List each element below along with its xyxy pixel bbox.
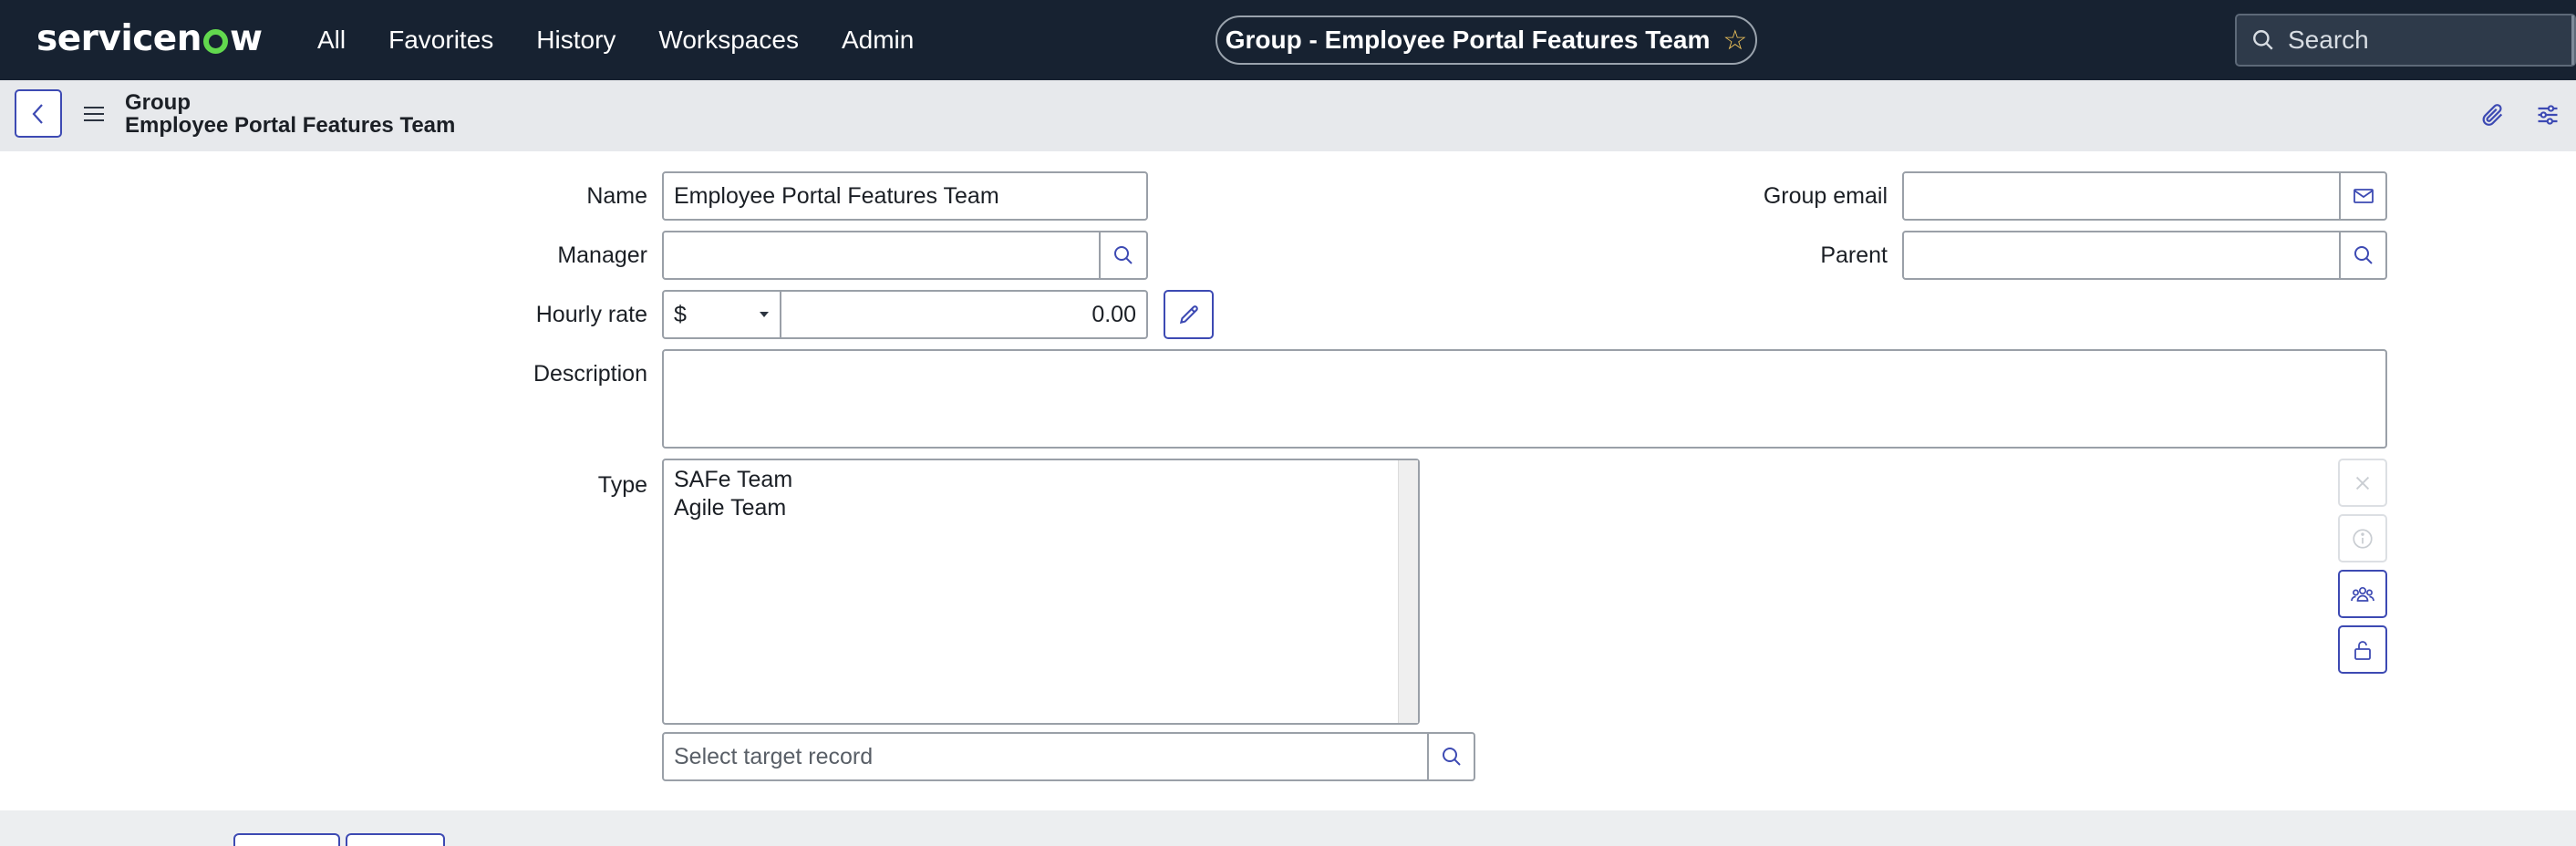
currency-value: $ xyxy=(674,301,687,327)
search-icon xyxy=(1442,748,1461,766)
type-list-item[interactable]: Agile Team xyxy=(674,494,1408,522)
search-icon xyxy=(2354,246,2373,264)
record-display-value: Employee Portal Features Team xyxy=(125,113,456,138)
record-table-label: Group xyxy=(125,90,191,115)
search-placeholder: Search xyxy=(2288,26,2369,54)
record-title: Group Employee Portal Features Team xyxy=(125,91,455,137)
sliders-icon[interactable] xyxy=(2533,100,2562,129)
servicenow-logo[interactable]: servicen w xyxy=(36,13,263,64)
star-outline-icon[interactable]: ☆ xyxy=(1723,25,1747,57)
context-title: Group - Employee Portal Features Team xyxy=(1225,26,1711,54)
group-icon xyxy=(2351,586,2374,602)
unlock-icon xyxy=(2354,640,2371,660)
type-list-scrollbar[interactable] xyxy=(1398,460,1418,723)
manager-lookup-button[interactable] xyxy=(1099,231,1148,280)
main-nav: All Favorites History Workspaces Admin xyxy=(317,0,957,80)
pencil-icon xyxy=(1179,305,1198,325)
unlock-button[interactable] xyxy=(2338,625,2387,674)
target-record-placeholder: Select target record xyxy=(674,743,874,769)
send-email-button[interactable] xyxy=(2339,171,2387,221)
group-email-field[interactable] xyxy=(1902,171,2341,221)
close-icon xyxy=(2355,476,2370,490)
add-me-button[interactable] xyxy=(2338,570,2387,618)
manager-label: Manager xyxy=(557,242,647,268)
global-search[interactable]: Search xyxy=(2235,14,2576,67)
name-value: Employee Portal Features Team xyxy=(674,182,999,209)
menu-icon[interactable] xyxy=(84,102,104,126)
parent-lookup-button[interactable] xyxy=(2339,231,2387,280)
logo-text-start: servicen xyxy=(36,17,202,59)
hourly-rate-amount-field[interactable]: 0.00 xyxy=(780,290,1148,339)
nav-favorites[interactable]: Favorites xyxy=(388,26,493,55)
parent-label: Parent xyxy=(1820,242,1888,268)
name-field[interactable]: Employee Portal Features Team xyxy=(662,171,1148,221)
nav-workspaces[interactable]: Workspaces xyxy=(658,26,799,55)
select-target-record-input[interactable]: Select target record xyxy=(662,732,1429,781)
search-icon xyxy=(2253,30,2273,50)
nav-all[interactable]: All xyxy=(317,26,346,55)
nav-history[interactable]: History xyxy=(536,26,616,55)
remove-type-button[interactable] xyxy=(2338,459,2387,507)
type-info-button[interactable] xyxy=(2338,514,2387,562)
paperclip-icon[interactable] xyxy=(2478,100,2508,129)
caret-down-icon xyxy=(760,312,769,317)
target-record-lookup-button[interactable] xyxy=(1427,732,1475,781)
back-button[interactable] xyxy=(15,89,62,138)
info-icon xyxy=(2353,528,2373,549)
parent-field[interactable] xyxy=(1902,231,2341,280)
search-divider xyxy=(2571,15,2574,65)
search-icon xyxy=(1114,246,1133,264)
top-navigation-bar: servicen w All Favorites History Workspac… xyxy=(0,0,2576,80)
type-selected-list[interactable]: SAFe Team Agile Team xyxy=(662,459,1420,725)
edit-hourly-rate-button[interactable] xyxy=(1164,290,1214,339)
hourly-rate-amount: 0.00 xyxy=(1091,301,1136,327)
footer-button[interactable] xyxy=(233,833,340,846)
nav-admin[interactable]: Admin xyxy=(842,26,914,55)
type-list-item[interactable]: SAFe Team xyxy=(674,466,1408,494)
group-email-label: Group email xyxy=(1763,183,1888,209)
description-label: Description xyxy=(533,361,647,387)
chevron-left-icon xyxy=(32,103,43,124)
footer-button[interactable] xyxy=(346,833,445,846)
context-title-pill[interactable]: Group - Employee Portal Features Team ☆ xyxy=(1216,15,1757,65)
hourly-rate-label: Hourly rate xyxy=(535,302,647,327)
logo-o-mark xyxy=(203,28,229,54)
name-label: Name xyxy=(586,183,647,209)
envelope-icon xyxy=(2353,189,2374,203)
type-label: Type xyxy=(597,472,647,498)
manager-field[interactable] xyxy=(662,231,1101,280)
record-header: Group Employee Portal Features Team xyxy=(0,80,2576,151)
logo-text-end: w xyxy=(230,17,263,59)
currency-select[interactable]: $ xyxy=(662,290,781,339)
description-textarea[interactable] xyxy=(662,349,2387,449)
